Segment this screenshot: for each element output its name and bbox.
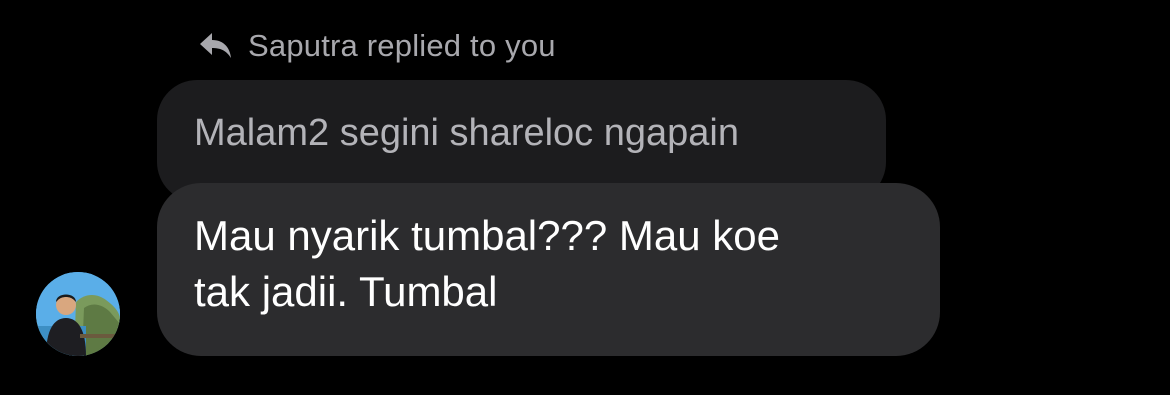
avatar-photo-icon xyxy=(36,272,120,356)
message-bubble[interactable]: Mau nyarik tumbal??? Mau koe tak jadii. … xyxy=(157,183,940,356)
sender-avatar[interactable] xyxy=(36,272,120,356)
reply-context-header: Saputra replied to you xyxy=(198,24,556,68)
quoted-message-text: Malam2 segini shareloc ngapain xyxy=(194,112,739,154)
reply-context-text: Saputra replied to you xyxy=(248,28,556,63)
message-text: Mau nyarik tumbal??? Mau koe tak jadii. … xyxy=(194,212,780,315)
reply-arrow-icon xyxy=(198,31,234,61)
chat-thread: Saputra replied to you Malam2 segini sha… xyxy=(0,0,1170,395)
